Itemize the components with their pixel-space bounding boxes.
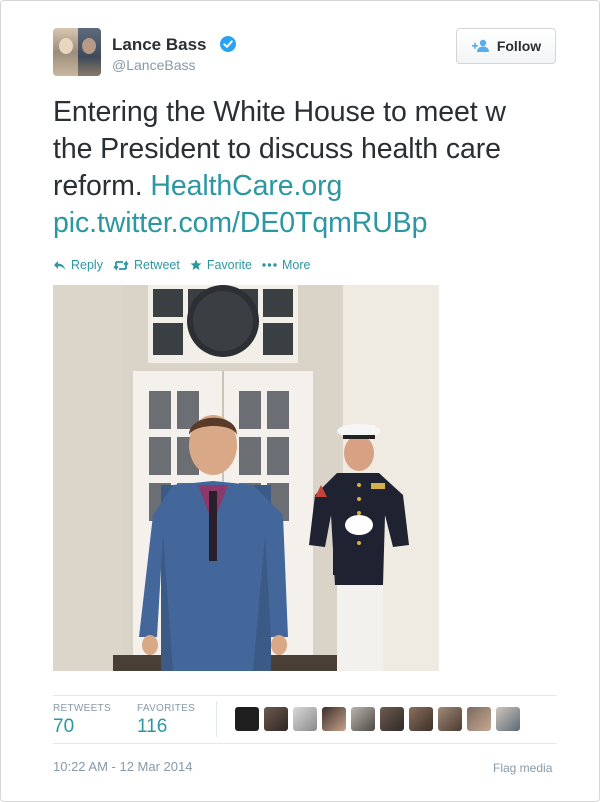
favoriter-avatar[interactable]	[438, 707, 462, 731]
add-user-icon	[471, 39, 489, 52]
follow-button-label: Follow	[496, 38, 542, 54]
tweet-line-1: Entering the White House to meet w	[53, 96, 506, 128]
favoriter-avatar[interactable]	[235, 707, 259, 731]
more-dots-icon	[262, 263, 277, 267]
favoriter-avatar[interactable]	[467, 707, 491, 731]
tweet-line-3-text: reform.	[53, 170, 151, 202]
reply-label: Reply	[71, 258, 103, 272]
reply-button[interactable]: Reply	[53, 258, 103, 272]
retweet-icon	[113, 259, 129, 271]
healthcare-link[interactable]: HealthCare.org	[150, 170, 342, 202]
avatar-face-right	[82, 38, 96, 54]
tweet-actions: Reply Retweet Favorite More	[53, 258, 320, 272]
retweet-label: Retweet	[133, 258, 180, 272]
favorites-label: FAVORITES	[137, 703, 196, 714]
tweet-line-2: the President to discuss health care	[53, 133, 501, 165]
retweets-label: RETWEETS	[53, 703, 111, 714]
favorite-label: Favorite	[206, 258, 252, 272]
more-button[interactable]: More	[262, 258, 310, 272]
favorite-button[interactable]: Favorite	[190, 258, 252, 272]
tweet-text: Entering the White House to meet w the P…	[53, 94, 563, 242]
avatar[interactable]	[53, 28, 101, 76]
reply-icon	[54, 260, 65, 270]
retweet-button[interactable]: Retweet	[113, 258, 180, 272]
tweet-timestamp[interactable]: 10:22 AM - 12 Mar 2014	[53, 759, 192, 774]
tweet-photo[interactable]	[53, 285, 439, 671]
tweet-line-3: reform. HealthCare.org	[53, 168, 563, 205]
verified-badge-icon	[220, 36, 236, 52]
retweets-count[interactable]: 70	[53, 716, 74, 738]
stats-separator	[216, 701, 217, 737]
favoriter-avatar[interactable]	[293, 707, 317, 731]
favoriters-avatars	[235, 707, 520, 731]
author-handle[interactable]: @LanceBass	[112, 57, 195, 73]
favoriter-avatar[interactable]	[351, 707, 375, 731]
stats-divider-top	[53, 695, 557, 696]
star-icon	[190, 259, 202, 270]
favoriter-avatar[interactable]	[264, 707, 288, 731]
tweet-card: Lance Bass @LanceBass Follow Entering th…	[0, 0, 600, 802]
pic-link[interactable]: pic.twitter.com/DE0TqmRUBp	[53, 205, 563, 242]
favorites-count[interactable]: 116	[137, 716, 167, 738]
favoriter-avatar[interactable]	[380, 707, 404, 731]
avatar-face-left	[59, 38, 73, 54]
favoriter-avatar[interactable]	[322, 707, 346, 731]
follow-button[interactable]: Follow	[456, 28, 556, 64]
author-name[interactable]: Lance Bass	[112, 35, 207, 55]
more-label: More	[281, 258, 311, 272]
favoriter-avatar[interactable]	[409, 707, 433, 731]
stats-divider-bottom	[53, 743, 557, 744]
flag-media-link[interactable]: Flag media	[493, 761, 552, 775]
favoriter-avatar[interactable]	[496, 707, 520, 731]
photo-illustration	[53, 285, 439, 671]
